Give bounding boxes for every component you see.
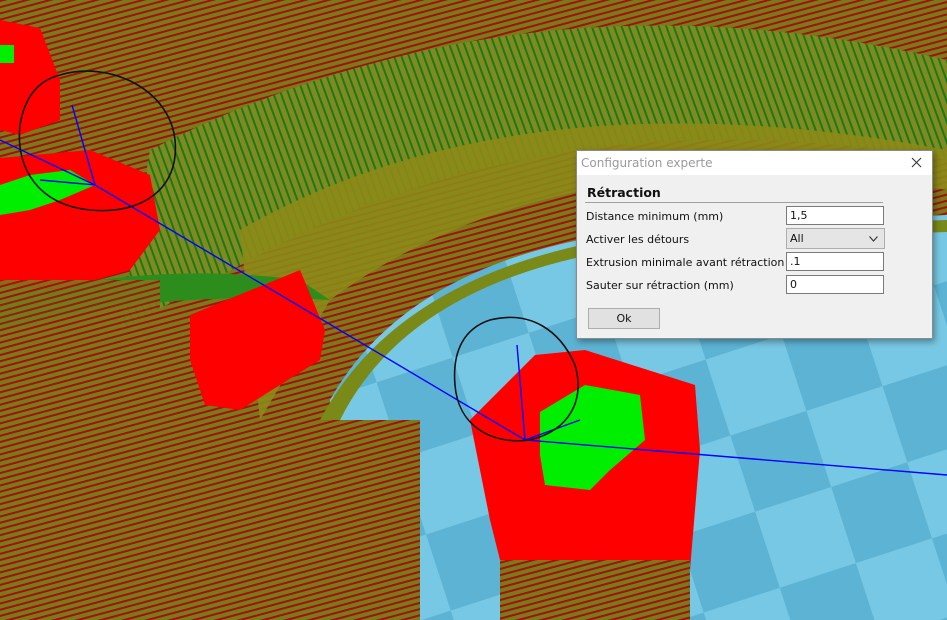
chevron-down-icon — [869, 236, 878, 242]
pillar-base-lines — [500, 560, 690, 620]
expert-config-dialog: Configuration experte Rétraction Distanc… — [576, 150, 933, 339]
ok-button[interactable]: Ok — [588, 308, 660, 329]
label-extrusion-minimale: Extrusion minimale avant rétraction (mm) — [586, 256, 818, 269]
section-title-retraction: Rétraction — [587, 185, 661, 200]
sauter-retraction-field[interactable] — [786, 275, 884, 294]
label-distance-minimum: Distance minimum (mm) — [586, 210, 724, 223]
extrusion-minimale-field[interactable] — [786, 252, 884, 271]
label-sauter-retraction: Sauter sur rétraction (mm) — [586, 279, 734, 292]
top-left-green-patch — [0, 45, 14, 63]
distance-minimum-field[interactable] — [786, 206, 884, 225]
dialog-titlebar[interactable]: Configuration experte — [577, 151, 932, 175]
left-column-lower — [0, 280, 160, 480]
activer-detours-select[interactable]: All — [786, 228, 885, 249]
dialog-title: Configuration experte — [581, 156, 713, 170]
close-button[interactable] — [902, 151, 932, 175]
section-divider — [585, 202, 883, 203]
activer-detours-value: All — [790, 232, 804, 245]
label-activer-detours: Activer les détours — [586, 233, 690, 246]
close-icon — [911, 157, 922, 168]
